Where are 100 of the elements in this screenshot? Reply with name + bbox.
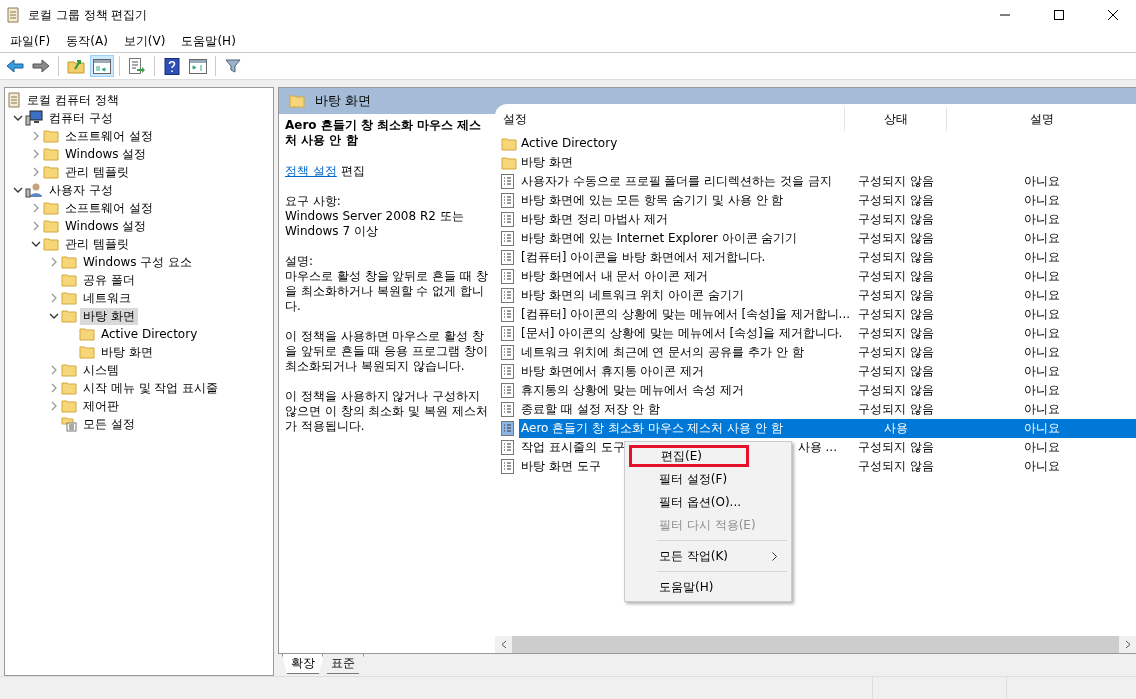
folder-icon <box>289 94 305 108</box>
state-cell: 구성되지 않음 <box>858 364 934 378</box>
comment-cell: 아니요 <box>1023 269 1060 283</box>
folder-icon <box>79 327 95 341</box>
comment-cell: 아니요 <box>1023 250 1060 264</box>
menu-item[interactable]: 필터 옵션(O)... <box>627 491 789 513</box>
menu-item[interactable]: 모든 작업(K) <box>627 545 789 567</box>
tree-item[interactable]: 관리 템플릿 <box>62 235 132 253</box>
setting-name[interactable]: 종료할 때 설정 저장 안 함 <box>521 400 661 419</box>
setting-name[interactable]: 바탕 화면에 있는 Internet Explorer 아이콘 숨기기 <box>521 229 798 248</box>
menu-item[interactable]: 파일(F) <box>2 32 59 50</box>
tree-item[interactable]: 소프트웨어 설정 <box>62 127 156 145</box>
tree-item[interactable]: Windows 설정 <box>62 145 150 163</box>
action-pane-icon <box>189 58 207 74</box>
menu-item[interactable]: 동작(A) <box>58 32 116 50</box>
folder-icon <box>61 381 77 395</box>
horizontal-scrollbar[interactable] <box>495 636 1136 653</box>
setting-name[interactable]: 휴지통의 상황에 맞는 메뉴에서 속성 제거 <box>521 381 745 400</box>
menu-item[interactable]: 필터 설정(F) <box>627 468 789 490</box>
tree-item[interactable]: 제어판 <box>80 397 122 415</box>
tree-item[interactable]: 네트워크 <box>80 289 134 307</box>
pane-title: 바탕 화면 <box>315 92 372 110</box>
comment-cell: 아니요 <box>1023 307 1060 321</box>
help-icon <box>164 57 180 75</box>
state-cell: 구성되지 않음 <box>858 250 934 264</box>
tree-item[interactable]: 컴퓨터 구성 <box>46 109 116 127</box>
setting-icon <box>501 383 514 398</box>
tree-item[interactable]: 바탕 화면 <box>98 343 156 361</box>
setting-name[interactable]: 바탕 화면에 있는 모든 항목 숨기기 및 사용 안 함 <box>521 191 784 210</box>
close-icon[interactable] <box>1108 10 1118 20</box>
description-text: 이 정책을 사용하면 마우스로 활성 창을 앞뒤로 흔들 때 응용 프로그램 창이 최소화되거나 복원되지 않습니다. <box>285 329 489 374</box>
tree-item[interactable]: Active Directory <box>98 327 201 341</box>
state-cell: 구성되지 않음 <box>858 231 934 245</box>
state-cell: 구성되지 않음 <box>858 402 934 416</box>
scroll-icon <box>7 92 21 108</box>
setting-name[interactable]: 바탕 화면의 네트워크 위치 아이콘 숨기기 <box>521 286 745 305</box>
comment-cell: 아니요 <box>1023 212 1060 226</box>
maximize-icon[interactable] <box>1054 10 1064 20</box>
setting-icon <box>501 231 514 246</box>
tree-item[interactable]: 소프트웨어 설정 <box>62 199 156 217</box>
state-cell: 구성되지 않음 <box>858 269 934 283</box>
tree-item[interactable]: 바탕 화면 <box>80 307 138 325</box>
state-cell: 구성되지 않음 <box>858 440 934 454</box>
comment-cell: 아니요 <box>1023 383 1060 397</box>
user-icon <box>25 182 43 198</box>
state-cell: 구성되지 않음 <box>858 193 934 207</box>
scroll-icon <box>6 7 20 23</box>
menu-item[interactable]: 도움말(H) <box>627 576 789 598</box>
setting-name[interactable]: 바탕 화면에서 휴지통 아이콘 제거 <box>521 362 705 381</box>
comment-cell: 아니요 <box>1023 345 1060 359</box>
computer-icon <box>25 110 43 126</box>
folder-up-icon <box>67 58 85 74</box>
menu-item[interactable]: 보기(V) <box>115 32 174 50</box>
setting-icon <box>501 193 514 208</box>
setting-name[interactable]: 작업 표시줄의 도구 <box>521 438 625 457</box>
menu-item[interactable]: 도움말(H) <box>173 32 244 50</box>
setting-name[interactable]: 사용자가 수동으로 프로필 폴더를 리디렉션하는 것을 금지 <box>521 172 832 191</box>
comment-cell: 아니요 <box>1023 231 1060 245</box>
toolbar-button[interactable] <box>90 55 114 77</box>
state-cell: 구성되지 않음 <box>858 307 934 321</box>
comment-cell: 아니요 <box>1023 421 1060 435</box>
state-cell: 구성되지 않음 <box>858 459 934 473</box>
column-header[interactable]: 상태 <box>845 107 947 131</box>
setting-icon <box>501 307 514 322</box>
comment-cell: 아니요 <box>1023 326 1060 340</box>
state-cell: 사용 <box>884 421 908 435</box>
setting-icon <box>501 440 514 455</box>
tree-item[interactable]: 모든 설정 <box>80 415 138 433</box>
folder-icon <box>61 363 77 377</box>
setting-name[interactable]: [컴퓨터] 아이콘을 바탕 화면에서 제거합니다. <box>521 248 766 267</box>
menu-item[interactable]: 편집(E) <box>629 445 749 467</box>
setting-name[interactable]: 네트워크 위치에 최근에 연 문서의 공유를 추가 안 함 <box>521 343 804 362</box>
setting-name[interactable]: Active Directory <box>521 134 618 153</box>
folder-icon <box>79 345 95 359</box>
setting-name[interactable]: [문서] 아이콘의 상황에 맞는 메뉴에서 [속성]을 제거합니다. <box>521 324 843 343</box>
folder-icon <box>501 136 517 151</box>
setting-name[interactable]: 사용 ... <box>797 438 845 457</box>
column-header[interactable]: 설명 <box>947 107 1136 131</box>
state-cell: 구성되지 않음 <box>858 383 934 397</box>
setting-icon <box>501 288 514 303</box>
view-tab[interactable]: 표준 <box>322 654 364 674</box>
setting-name[interactable]: [컴퓨터] 아이콘의 상황에 맞는 메뉴에서 [속성]을 제거합니... <box>521 305 851 324</box>
tree-item[interactable]: 로컬 컴퓨터 정책 <box>24 91 122 109</box>
setting-icon <box>501 212 514 227</box>
setting-name[interactable]: 바탕 화면 정리 마법사 제거 <box>521 210 669 229</box>
folder-icon <box>61 273 77 287</box>
tree-item[interactable]: Windows 구성 요소 <box>80 253 196 271</box>
tree-item[interactable]: 시스템 <box>80 361 122 379</box>
setting-icon <box>501 421 514 436</box>
setting-name[interactable]: 바탕 화면에서 내 문서 아이콘 제거 <box>521 267 709 286</box>
policy-link[interactable]: 정책 설정 <box>285 164 337 178</box>
setting-name[interactable]: 바탕 화면 <box>521 153 573 172</box>
view-tab[interactable]: 확장 <box>282 654 324 674</box>
tree-item[interactable]: Windows 설정 <box>62 217 150 235</box>
tree-item[interactable]: 관리 템플릿 <box>62 163 132 181</box>
tree-item[interactable]: 사용자 구성 <box>46 181 116 199</box>
tree-item[interactable]: 공유 폴더 <box>80 271 138 289</box>
tree-item[interactable]: 시작 메뉴 및 작업 표시줄 <box>80 379 222 397</box>
setting-name[interactable]: 바탕 화면 도구 <box>521 457 601 476</box>
column-header[interactable]: 설정 <box>495 107 845 131</box>
